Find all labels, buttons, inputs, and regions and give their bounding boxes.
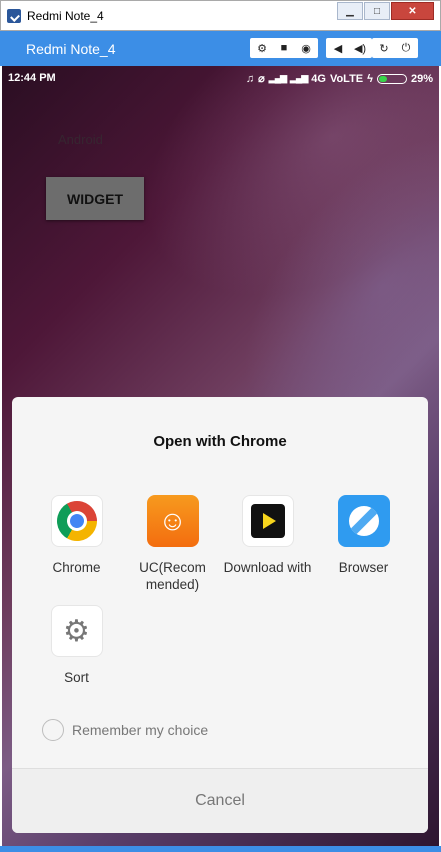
battery-icon <box>376 73 407 84</box>
app-option-label: Browser <box>338 560 389 575</box>
status-icons: ♫ ⌀ ▂▄▆ ▂▄▆ 4G VoLTE ϟ 29% <box>245 72 433 86</box>
remember-choice-label: Remember my choice <box>72 722 209 738</box>
power-tool-group: ↻ ⏻ <box>372 38 418 58</box>
close-button[interactable]: ✕ <box>391 2 434 20</box>
window-title: Redmi Note_4 <box>27 9 104 23</box>
download-player-icon <box>241 495 294 547</box>
app-option-uc[interactable]: ☺ UC(Recom mended) <box>125 495 220 593</box>
video-record-icon[interactable]: ■ <box>274 40 294 56</box>
app-option-label: Chrome <box>52 560 101 575</box>
alarm-off-icon: ⌀ <box>258 73 265 85</box>
volte-label: VoLTE <box>329 72 364 85</box>
volume-up-icon[interactable]: ◀) <box>350 40 370 56</box>
rotate-icon[interactable]: ↻ <box>374 40 394 56</box>
uc-browser-icon: ☺ <box>146 495 199 547</box>
network-type: 4G <box>311 72 326 85</box>
battery-level <box>378 75 387 82</box>
emulator-toolbar: Redmi Note_4 ⚙ ■ ◉ ◀ ◀) ↻ ⏻ <box>0 31 441 66</box>
app-option-label: Download with <box>223 560 312 575</box>
app-option-chrome[interactable]: Chrome <box>29 493 124 576</box>
app-option-sort[interactable]: ⚙ Sort <box>29 605 124 686</box>
chrome-icon <box>49 493 104 549</box>
cancel-button[interactable]: Cancel <box>12 769 428 833</box>
status-time: 12:44 PM <box>8 72 56 84</box>
app-label: Android <box>58 132 103 147</box>
maximize-button[interactable]: □ <box>364 2 390 20</box>
emulator-bottom-bar <box>0 846 441 852</box>
signal-icon: ▂▄▆ <box>290 73 308 83</box>
power-icon[interactable]: ⏻ <box>396 40 416 56</box>
remember-choice-radio[interactable] <box>42 719 64 741</box>
browser-icon <box>337 495 390 547</box>
dialog-title: Open with Chrome <box>153 433 287 450</box>
gear-icon: ⚙ <box>50 605 103 657</box>
minimize-button[interactable]: ▁ <box>337 2 363 20</box>
settings-icon[interactable]: ⚙ <box>252 40 272 56</box>
camera-icon[interactable]: ◉ <box>296 40 316 56</box>
app-option-label: UC(Recom mended) <box>139 560 206 592</box>
remember-choice-row[interactable]: Remember my choice <box>42 719 208 741</box>
app-option-browser[interactable]: Browser <box>316 495 411 576</box>
battery-percent: 29% <box>410 72 433 85</box>
headphones-icon: ♫ <box>245 72 255 85</box>
app-option-download[interactable]: Download with <box>220 495 315 576</box>
volume-down-icon[interactable]: ◀ <box>328 40 348 56</box>
chooser-dialog: Open with Chrome Chrome ☺ UC(Recom mende… <box>12 397 428 833</box>
status-bar: 12:44 PM ♫ ⌀ ▂▄▆ ▂▄▆ 4G VoLTE ϟ 29% <box>2 66 439 90</box>
phone-screen: 12:44 PM ♫ ⌀ ▂▄▆ ▂▄▆ 4G VoLTE ϟ 29% Andr… <box>2 66 439 846</box>
capture-tool-group: ⚙ ■ ◉ <box>250 38 318 58</box>
window-controls: ▁ □ ✕ <box>337 2 434 20</box>
app-option-label: Sort <box>64 670 89 685</box>
charging-icon: ϟ <box>367 72 373 85</box>
app-window-icon <box>7 9 21 23</box>
widget-button[interactable]: WIDGET <box>46 177 144 220</box>
volume-tool-group: ◀ ◀) <box>326 38 372 58</box>
signal-icon: ▂▄▆ <box>268 73 287 83</box>
window-titlebar: Redmi Note_4 ▁ □ ✕ <box>0 0 441 31</box>
device-name: Redmi Note_4 <box>26 41 116 57</box>
